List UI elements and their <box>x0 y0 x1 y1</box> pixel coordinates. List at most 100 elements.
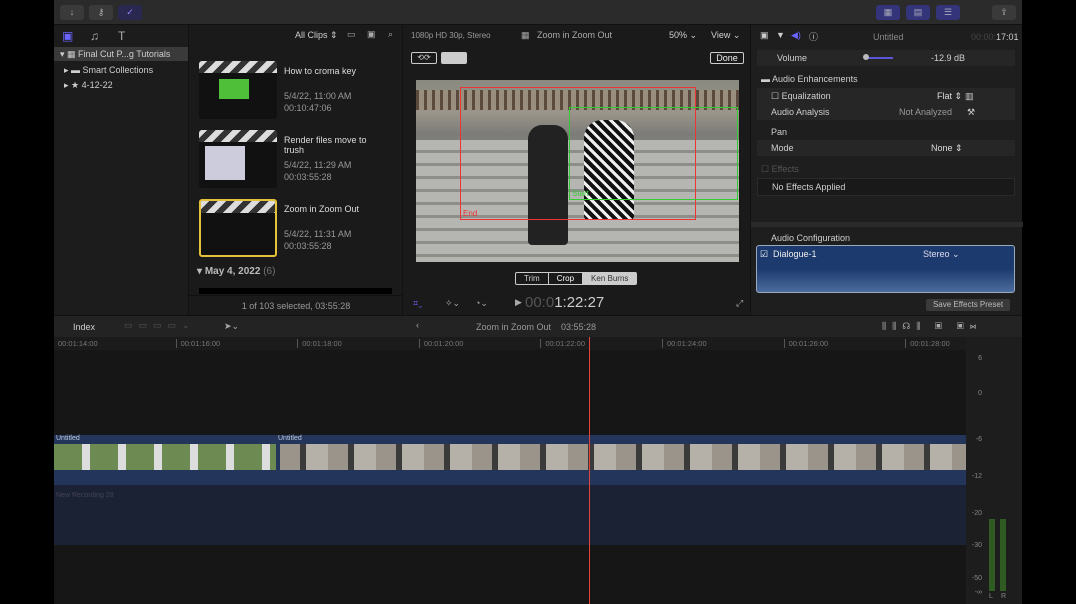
eq-dropdown[interactable]: Flat ⇕ <box>937 88 962 104</box>
meter-right-level <box>1000 519 1006 591</box>
clip-item[interactable]: How to croma key 5/4/22, 11:00 AM 00:10:4… <box>199 61 356 119</box>
timeline-ruler[interactable]: 00:01:14:00 00:01:16:00 00:01:18:00 00:01:2… <box>54 337 966 350</box>
ruler-tick-label: 00:01:20:00 <box>418 339 463 348</box>
inspector: ▣ ▼ ◀) ⓘ Untitled 00:00:17:01 Volume -12… <box>750 25 1023 315</box>
mode-value: None <box>931 143 953 153</box>
crop-tool-icon[interactable]: ⌗⌄ <box>413 298 422 309</box>
libraries-icon[interactable]: ▣ <box>62 29 73 43</box>
view-dropdown[interactable]: View ⌄ <box>711 30 740 41</box>
audio-inspector-icon[interactable]: ◀) <box>791 30 801 41</box>
end-label: End <box>463 209 478 218</box>
folder-icon: ▬ <box>71 65 81 75</box>
pan-mode-dropdown[interactable]: None ⇕ <box>931 140 963 156</box>
save-effects-preset-button[interactable]: Save Effects Preset <box>926 299 1010 311</box>
timeline-toggle[interactable]: ▤ <box>906 5 930 20</box>
effects-label: Effects <box>771 164 799 174</box>
timeline-clip[interactable]: Untitled <box>276 435 966 485</box>
meter-scale-label: -12 <box>971 473 982 480</box>
inspector-toggle[interactable]: ☰ <box>936 5 960 20</box>
clip-filter[interactable]: All Clips ⇕ <box>295 30 338 41</box>
clip-title: How to croma key <box>284 66 357 76</box>
info-inspector-icon[interactable]: ⓘ <box>809 30 818 43</box>
done-button[interactable]: Done <box>710 52 744 64</box>
ruler-tick-label: 00:01:18:00 <box>297 339 342 348</box>
clip-title: Render files move to trush <box>284 135 367 155</box>
equalization-checkbox[interactable]: ☐ <box>771 91 779 101</box>
key-icon: ⚷ <box>97 7 105 17</box>
audio-analysis-row: Audio Analysis Not Analyzed ⚒ <box>757 104 1015 120</box>
photos-audio-icon[interactable]: ♫ <box>90 29 99 43</box>
zoom-dropdown[interactable]: 50% ⌄ <box>669 30 697 41</box>
magic-wand-icon[interactable]: ⚒ <box>967 104 975 120</box>
eq-label: Equalization <box>781 91 831 101</box>
clip-label: Untitled <box>278 435 302 442</box>
panel-divider[interactable] <box>751 222 1023 227</box>
ken-burns-button[interactable]: Ken Burns <box>583 273 637 284</box>
index-button[interactable]: Index <box>73 322 95 332</box>
browser-toggle[interactable]: ▦ <box>876 5 900 20</box>
volume-label: Volume <box>777 53 808 63</box>
clip-appearance-icon[interactable]: ▭ <box>347 29 356 40</box>
crop-start-rect[interactable]: Start <box>569 107 738 200</box>
audio-clip[interactable]: New Recording 28 <box>54 485 966 545</box>
view-label: View <box>711 30 731 40</box>
meter-scale-label: 0 <box>978 390 982 397</box>
event-group-header[interactable]: ▾ May 4, 2022 (6) <box>197 266 275 277</box>
timeline-controls[interactable]: ⫼⫼☊⫼ ▣ ▣⋈ <box>882 321 982 332</box>
swap-button[interactable]: ⟲⟳ <box>411 52 437 64</box>
crop-button[interactable]: Crop <box>549 273 584 284</box>
meter-scale-label: -∞ <box>974 589 982 596</box>
inspector-tc: 17:01 <box>996 32 1019 42</box>
playhead[interactable] <box>589 337 590 604</box>
select-tool-dropdown[interactable]: ➤⌄ <box>224 321 239 332</box>
color-inspector-icon[interactable]: ▼ <box>776 30 785 40</box>
match-button[interactable] <box>441 52 467 64</box>
meter-left-level <box>989 519 995 591</box>
search-icon[interactable]: ⌕ <box>388 29 393 40</box>
library-label: Final Cut P...g Tutorials <box>78 49 171 59</box>
clip-item[interactable]: Render files move to trush 5/4/22, 11:29… <box>199 130 367 188</box>
import-button[interactable]: ↓ <box>60 5 84 20</box>
enhance-icon[interactable]: ✧⌄ <box>445 298 460 309</box>
eq-graph-icon[interactable]: ▥ <box>965 88 974 104</box>
checkmark-circle-icon: ✓ <box>126 7 134 17</box>
channel-mode-dropdown[interactable]: Stereo ⌄ <box>923 249 960 260</box>
retime-icon[interactable]: ◔⌄ <box>475 298 488 309</box>
download-arrow-icon: ↓ <box>69 7 75 17</box>
titles-generators-icon[interactable]: T <box>118 29 125 43</box>
background-tasks-button[interactable]: ✓ <box>118 5 142 20</box>
edit-buttons[interactable]: ▭▭▭▭⌄ <box>124 320 196 331</box>
audio-enhancements-header[interactable]: ▬ Audio Enhancements <box>761 74 858 84</box>
volume-slider[interactable] <box>863 54 893 60</box>
video-frame[interactable]: End Start <box>416 80 739 262</box>
event-item[interactable]: ▸ ★ 4-12-22 <box>64 79 113 92</box>
channel-checkbox[interactable]: ☑ <box>760 249 768 260</box>
video-inspector-icon[interactable]: ▣ <box>760 30 769 41</box>
timeline-clip[interactable]: Untitled <box>54 435 276 485</box>
channel-name: Dialogue-1 <box>773 249 817 259</box>
share-button[interactable]: ⇪ <box>992 5 1016 20</box>
timecode-display[interactable]: 00:01:22:27 <box>525 294 604 311</box>
clip-strip[interactable] <box>199 288 392 294</box>
channel-mode: Stereo <box>923 249 950 259</box>
viewer-title: Zoom in Zoom Out <box>537 30 613 40</box>
trim-button[interactable]: Trim <box>516 273 549 284</box>
library-item[interactable]: ▾ ▦ Final Cut P...g Tutorials <box>54 47 188 61</box>
fullscreen-icon[interactable]: ⤢ <box>736 298 743 309</box>
filmstrip-icon[interactable]: ▣ <box>367 29 376 40</box>
audio-config-label: Audio Configuration <box>771 233 851 243</box>
volume-value[interactable]: -12.9 dB <box>931 50 965 66</box>
effects-header[interactable]: ☐ Effects <box>761 164 799 175</box>
smart-collections-item[interactable]: ▸ ▬ Smart Collections <box>64 64 153 77</box>
volume-knob[interactable] <box>863 54 869 60</box>
crop-mode-segmented: Trim Crop Ken Burns <box>515 272 638 285</box>
back-button[interactable]: ‹ <box>416 320 419 330</box>
ruler-tick-label: 00:01:14:00 <box>58 339 98 348</box>
meter-scale-label: -50 <box>971 575 982 582</box>
timeline: Untitled Untitled New Recording 28 <box>54 337 966 604</box>
audio-channel-card[interactable]: ☑ Dialogue-1 Stereo ⌄ <box>756 245 1015 293</box>
keywords-button[interactable]: ⚷ <box>89 5 113 20</box>
enhancements-label: Audio Enhancements <box>772 74 858 84</box>
clip-item-selected[interactable]: Zoom in Zoom Out 5/4/22, 11:31 AM 00:03:5… <box>199 199 359 257</box>
play-button[interactable]: ▶ <box>515 297 522 308</box>
